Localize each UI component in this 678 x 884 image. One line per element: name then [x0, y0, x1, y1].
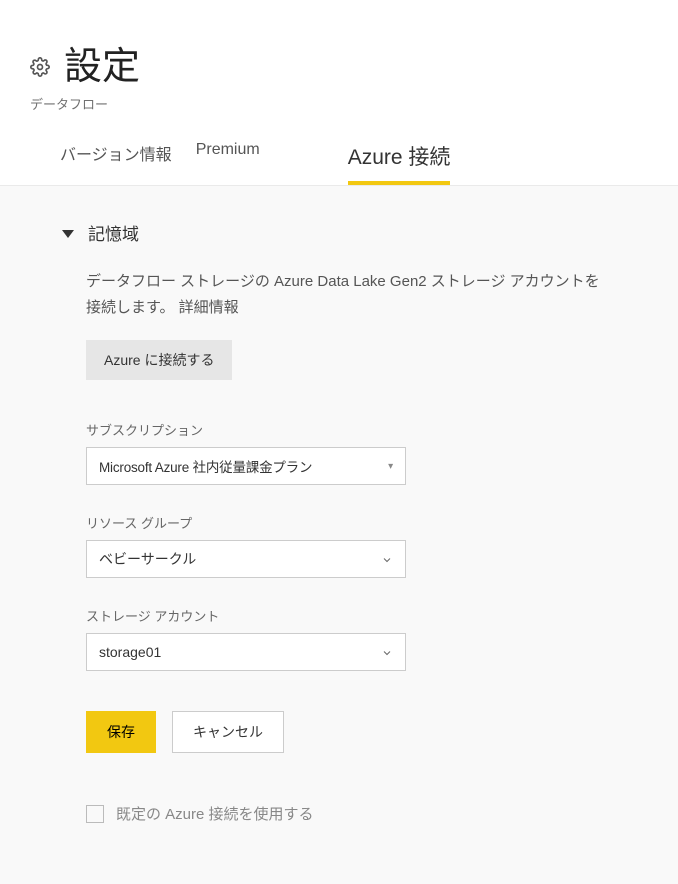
subscription-label: サブスクリプション [86, 420, 648, 439]
tab-premium[interactable]: Premium [196, 141, 260, 185]
chevron-down-icon [381, 553, 393, 565]
resource-group-select[interactable]: ベビーサークル [86, 540, 406, 578]
page-subtitle: データフロー [30, 94, 648, 113]
use-default-label: 既定の Azure 接続を使用する [116, 803, 314, 824]
storage-account-label: ストレージ アカウント [86, 606, 648, 625]
chevron-down-icon [381, 646, 393, 658]
resource-group-value: ベビーサークル [99, 549, 196, 569]
caret-down-icon [62, 230, 74, 238]
storage-description: データフロー ストレージの Azure Data Lake Gen2 ストレージ… [86, 269, 606, 320]
subscription-select[interactable]: Microsoft Azure 社内従量課金プラン ▾ [86, 447, 406, 485]
section-header-storage[interactable]: 記憶域 [62, 220, 648, 245]
cancel-button[interactable]: キャンセル [172, 711, 284, 753]
chevron-down-icon: ▾ [388, 461, 393, 472]
checkbox-icon[interactable] [86, 805, 104, 823]
storage-account-select[interactable]: storage01 [86, 633, 406, 671]
gear-icon [30, 57, 50, 77]
resource-group-label: リソース グループ [86, 513, 648, 532]
tab-version-info[interactable]: バージョン情報 [60, 141, 172, 185]
subscription-value: Microsoft Azure 社内従量課金プラン [99, 456, 312, 476]
section-title: 記憶域 [88, 220, 139, 245]
page-title: 設定 [64, 35, 140, 90]
save-button[interactable]: 保存 [86, 711, 156, 753]
use-default-checkbox-row[interactable]: 既定の Azure 接続を使用する [86, 803, 648, 824]
storage-account-value: storage01 [99, 644, 161, 660]
tabs: バージョン情報 Premium Azure 接続 [0, 123, 678, 186]
tab-azure-connections[interactable]: Azure 接続 [348, 141, 451, 185]
connect-azure-button[interactable]: Azure に接続する [86, 340, 232, 380]
